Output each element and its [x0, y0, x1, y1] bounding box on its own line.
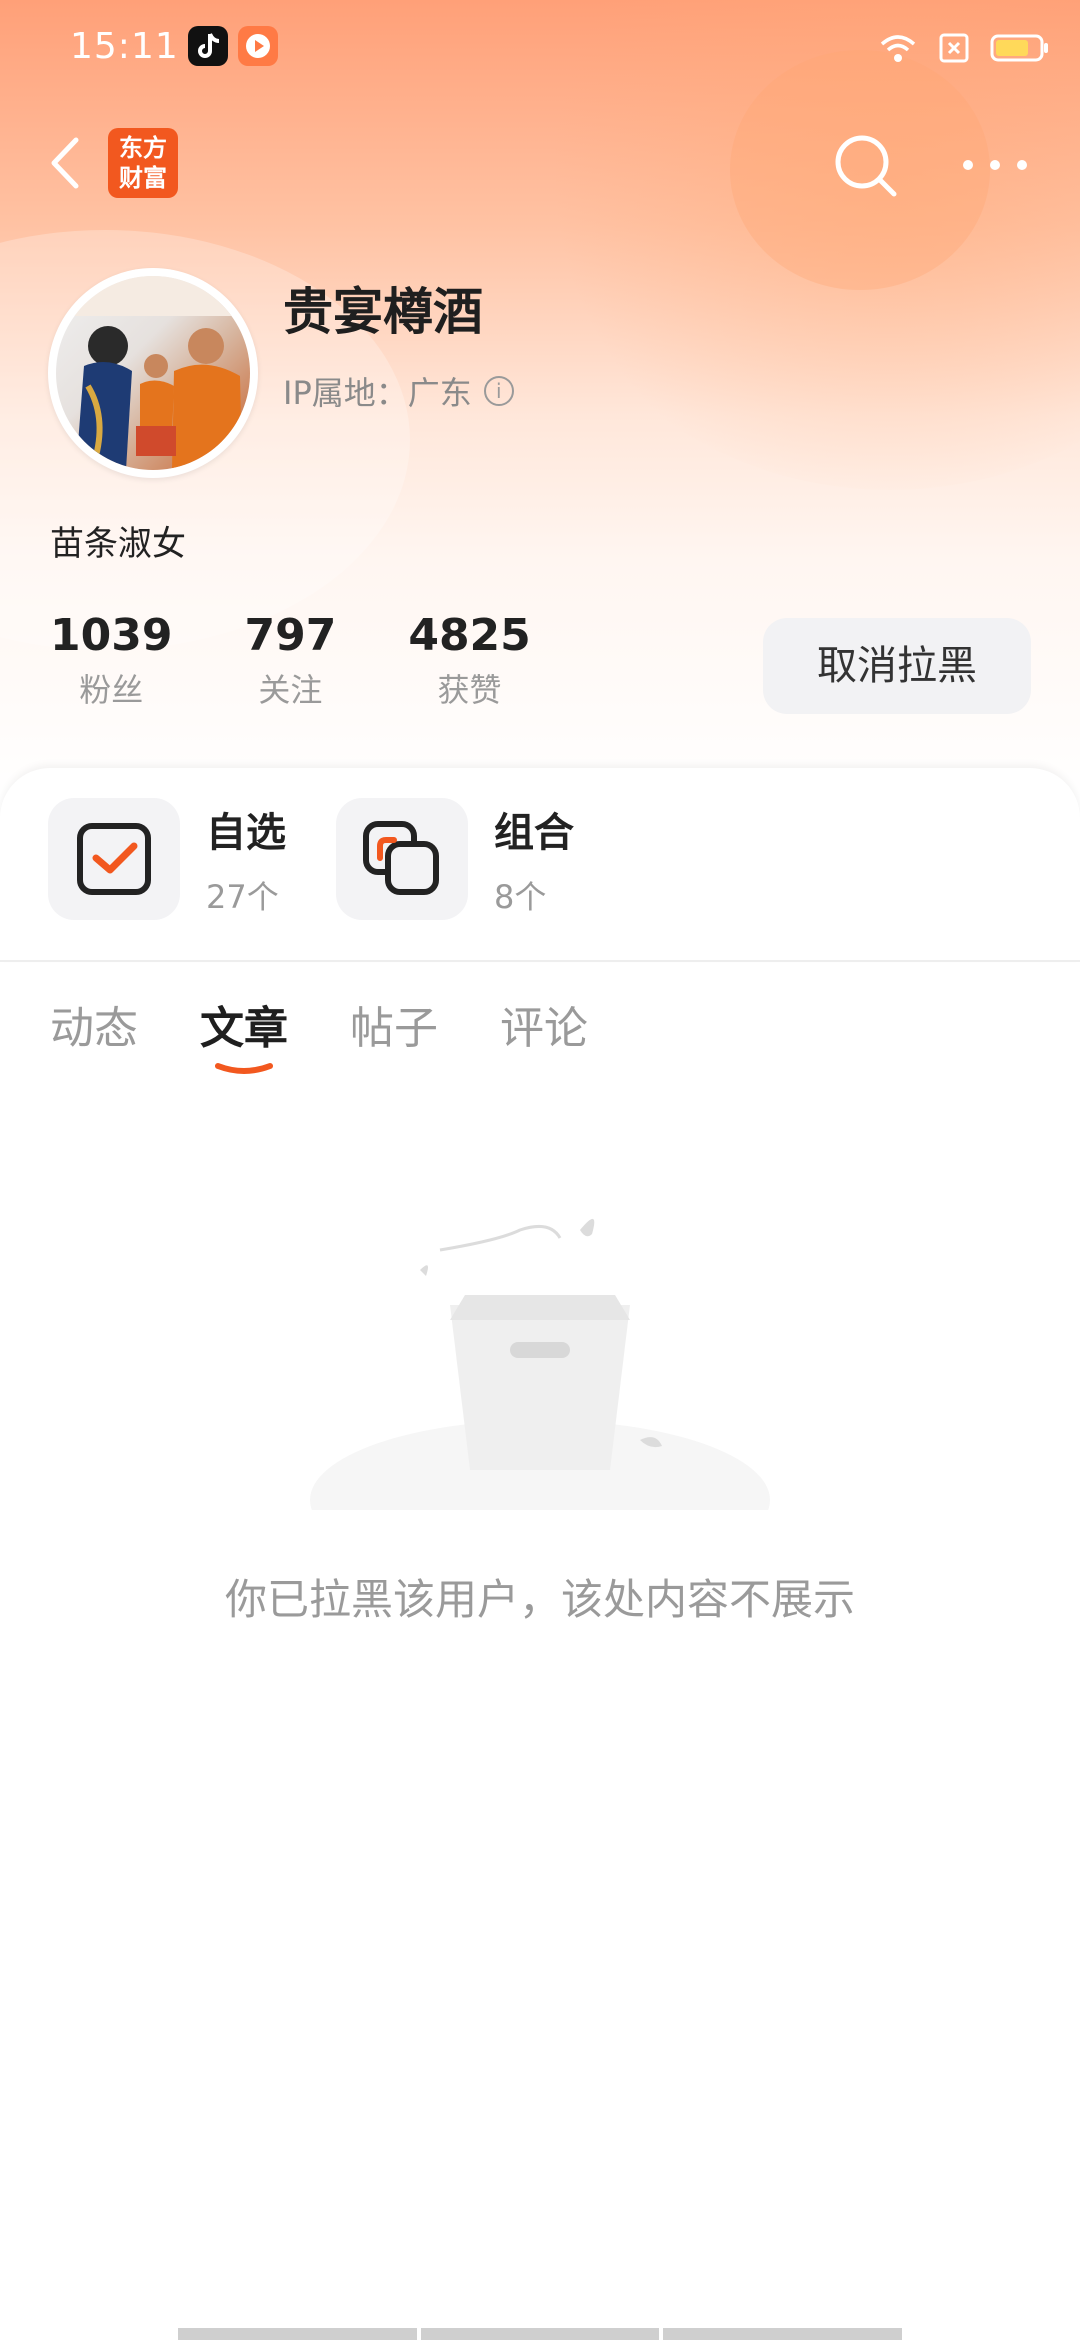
card-title: 自选: [206, 810, 286, 856]
portfolio-icon: [336, 798, 468, 920]
home-indicator[interactable]: [178, 2328, 903, 2340]
wifi-icon: [880, 35, 916, 62]
tab-articles[interactable]: 文章: [200, 992, 288, 1074]
search-icon: [835, 135, 897, 197]
avatar[interactable]: [48, 268, 258, 478]
bio: 苗条淑女: [50, 524, 186, 564]
stat-label: 关注: [258, 671, 323, 709]
stat-label: 粉丝: [79, 671, 144, 709]
divider: [0, 960, 1080, 962]
sim-icon: [939, 33, 969, 63]
tab-dynamics[interactable]: 动态: [50, 992, 138, 1056]
stat-likes[interactable]: 4825 获赞: [408, 610, 530, 711]
stat-followers[interactable]: 1039 粉丝: [50, 610, 172, 711]
stat-number: 4825: [408, 610, 531, 661]
watchlist-entry[interactable]: 自选 27个: [48, 798, 286, 920]
more-button[interactable]: [960, 140, 1030, 190]
shortcut-card: 自选 27个 组合 8个: [0, 768, 1080, 960]
tab-active-indicator: [215, 1063, 273, 1074]
stat-number: 1039: [50, 610, 173, 661]
unblock-button[interactable]: 取消拉黑: [763, 618, 1031, 714]
username: 贵宴樽酒: [283, 283, 483, 341]
tab-label: 文章: [200, 1003, 288, 1054]
blocked-message: 你已拉黑该用户，该处内容不展示: [224, 1575, 855, 1624]
portfolio-entry[interactable]: 组合 8个: [336, 798, 574, 920]
stat-following[interactable]: 797 关注: [244, 610, 336, 711]
watchlist-icon: [48, 798, 180, 920]
search-button[interactable]: [826, 126, 906, 206]
logo-line-2: 财富: [119, 164, 167, 192]
more-icon: [963, 160, 1027, 170]
card-count: 27个: [206, 878, 279, 916]
tiktok-icon: [188, 26, 228, 66]
status-bar: 15:11: [0, 0, 1080, 96]
status-icons: [878, 26, 1050, 70]
stat-number: 797: [244, 610, 337, 661]
stat-label: 获赞: [437, 671, 502, 709]
info-icon[interactable]: i: [483, 376, 514, 406]
avatar-image: [56, 276, 250, 470]
back-button[interactable]: [40, 128, 100, 198]
ip-location: IP属地：广东 i: [283, 368, 514, 414]
content-tabs: 动态 文章 帖子 评论: [50, 992, 650, 1074]
empty-box-illustration: [300, 1210, 780, 1580]
app-logo[interactable]: 东方 财富: [108, 128, 178, 198]
ip-label: IP属地：广东: [283, 374, 472, 412]
tab-posts[interactable]: 帖子: [350, 992, 438, 1056]
video-app-icon: [238, 26, 278, 66]
card-title: 组合: [494, 810, 574, 856]
profile-stats: 1039 粉丝 797 关注 4825 获赞: [50, 610, 603, 711]
logo-line-1: 东方: [119, 134, 167, 162]
card-count: 8个: [494, 878, 547, 916]
status-time: 15:11: [70, 26, 179, 67]
battery-icon: [990, 34, 1048, 62]
tab-comments[interactable]: 评论: [500, 992, 588, 1056]
chevron-left-icon: [51, 137, 79, 189]
